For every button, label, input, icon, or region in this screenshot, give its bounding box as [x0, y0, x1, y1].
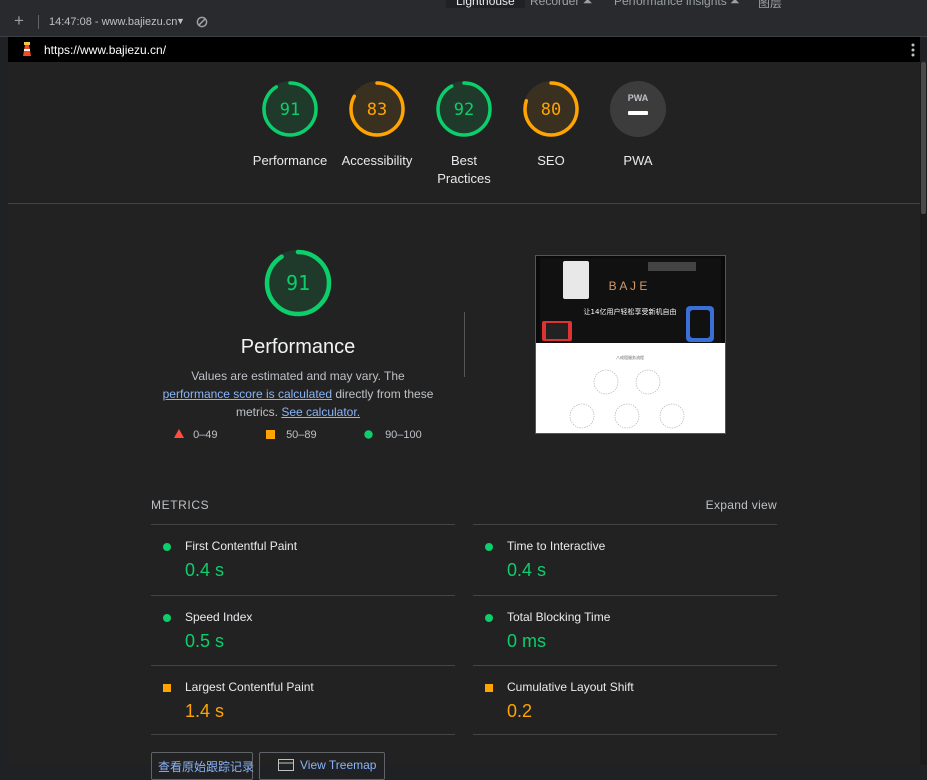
metric-value: 0.2	[507, 701, 533, 721]
gauge-best-practices[interactable]: 92 Best Practices	[414, 80, 514, 188]
metric-largest-contentful-paint: Largest Contentful Paint 1.4 s	[151, 665, 455, 735]
performance-description: Values are estimated and may vary. The p…	[158, 367, 438, 421]
tab-lighthouse[interactable]: Lighthouse	[446, 0, 525, 8]
dropdown-caret-icon[interactable]: ▼	[176, 16, 185, 26]
metric-name: First Contentful Paint	[185, 539, 298, 553]
gauge-score: 92	[454, 100, 474, 120]
gauge-ring: 83	[349, 81, 405, 137]
metric-name: Cumulative Layout Shift	[507, 680, 634, 694]
legend-pass: 90–100	[364, 429, 422, 441]
report-url[interactable]: https://www.bajiezu.cn/	[44, 43, 166, 57]
status-indicator-icon	[163, 684, 171, 692]
section-divider	[464, 312, 465, 377]
circle-icon	[364, 430, 373, 439]
metrics-divider	[473, 734, 777, 735]
metrics-heading: METRICS	[151, 498, 210, 512]
gauge-label: SEO	[537, 153, 565, 168]
gauge-score: 91	[280, 100, 300, 120]
clear-icon[interactable]	[196, 16, 208, 28]
status-indicator-icon	[163, 614, 171, 622]
status-indicator-icon	[485, 614, 493, 622]
legend-label: 0–49	[193, 429, 218, 441]
toolbar-divider	[38, 15, 39, 29]
tab-recorder[interactable]: Recorder ⏶	[530, 0, 592, 8]
gauge-score: 80	[541, 100, 561, 120]
devtools-tab-bar: Lighthouse Recorder ⏶ Performance insigh…	[0, 0, 927, 8]
legend-label: 90–100	[385, 429, 422, 441]
metric-value: 0.4 s	[507, 560, 547, 580]
metric-speed-index: Speed Index 0.5 s	[151, 595, 455, 665]
gauge-pwa[interactable]: PWA PWA	[588, 80, 688, 170]
pwa-badge-text: PWA	[628, 93, 649, 103]
tab-performance-insights[interactable]: Performance insights ⏶	[614, 0, 740, 8]
gauge-ring: 92	[436, 81, 492, 137]
performance-gauge: 91	[264, 249, 332, 317]
gauge-ring: 80	[523, 81, 579, 137]
metric-name: Speed Index	[185, 610, 253, 624]
view-trace-button[interactable]: 查看原始跟踪记录	[151, 752, 255, 780]
metrics-header: METRICS Expand view	[151, 498, 777, 512]
more-menu-icon[interactable]	[911, 42, 915, 58]
button-label: View Treemap	[300, 758, 377, 772]
tab-layers[interactable]: 图层	[758, 0, 782, 8]
calculator-link[interactable]: See calculator.	[281, 405, 360, 419]
desc-text: Values are estimated and may vary. The	[191, 369, 405, 383]
score-calculated-link[interactable]: performance score is calculated	[163, 387, 332, 401]
legend-label: 50–89	[286, 429, 317, 441]
screenshot-brand: B A J E	[609, 279, 648, 293]
button-label: 查看原始跟踪记录	[158, 760, 255, 774]
gauge-ring: 91	[262, 81, 318, 137]
metric-name: Largest Contentful Paint	[185, 680, 314, 694]
status-indicator-icon	[485, 543, 493, 551]
report-url-bar: https://www.bajiezu.cn/	[8, 37, 920, 62]
metric-value: 0 ms	[507, 631, 547, 651]
status-indicator-icon	[485, 684, 493, 692]
status-indicator-icon	[163, 543, 171, 551]
screenshot-headline: 让14亿用户轻松享受新机自由	[584, 307, 677, 316]
add-report-icon[interactable]: +	[14, 12, 24, 30]
metric-total-blocking-time: Total Blocking Time 0 ms	[473, 595, 777, 665]
metric-name: Time to Interactive	[507, 539, 606, 553]
lighthouse-toolbar: + 14:47:08 - www.bajiezu.cn ▼	[0, 8, 927, 37]
metric-time-to-interactive: Time to Interactive 0.4 s	[473, 524, 777, 594]
lighthouse-logo-icon	[23, 42, 31, 56]
expand-view-toggle[interactable]: Expand view	[706, 498, 777, 512]
gauge-seo[interactable]: 80 SEO	[501, 80, 601, 170]
gauge-label: Performance	[252, 153, 328, 168]
lighthouse-report: 91 Performance 83 Accessibility 92 Best …	[8, 62, 920, 780]
metric-first-contentful-paint: First Contentful Paint 0.4 s	[151, 524, 455, 594]
gauge-label: Accessibility	[341, 153, 413, 168]
screenshot-section: 八戒租服务流程	[616, 354, 644, 360]
square-icon	[266, 430, 275, 439]
gauge-score: 83	[367, 100, 387, 120]
metric-value: 1.4 s	[185, 701, 225, 721]
performance-score: 91	[286, 271, 310, 295]
metric-cumulative-layout-shift: Cumulative Layout Shift 0.2	[473, 665, 777, 735]
performance-title: Performance	[240, 336, 356, 358]
pwa-badge-icon: PWA	[610, 81, 666, 137]
score-summary: 91 Performance 83 Accessibility 92 Best …	[8, 62, 920, 204]
scrollbar[interactable]	[920, 62, 927, 765]
view-treemap-button[interactable]: View Treemap	[259, 752, 385, 780]
legend-fail: 0–49	[174, 429, 218, 441]
gauge-accessibility[interactable]: 83 Accessibility	[327, 80, 427, 170]
performance-section: 91 Performance Values are estimated and …	[158, 248, 438, 421]
metric-value: 0.4 s	[185, 560, 225, 580]
report-selector[interactable]: 14:47:08 - www.bajiezu.cn	[49, 16, 177, 28]
gauge-performance[interactable]: 91 Performance	[240, 80, 340, 170]
metric-name: Total Blocking Time	[507, 610, 611, 624]
page-screenshot-image: B A J E 让14亿用户轻松享受新机自由 八戒租服务流程	[536, 256, 725, 433]
triangle-icon	[174, 429, 184, 438]
page-screenshot: B A J E 让14亿用户轻松享受新机自由 八戒租服务流程	[535, 255, 726, 434]
legend-average: 50–89	[266, 429, 317, 441]
metrics-divider	[151, 734, 455, 735]
gauge-label: Best Practices	[437, 153, 491, 186]
treemap-icon	[278, 759, 294, 771]
metric-value: 0.5 s	[185, 631, 225, 651]
scrollbar-thumb[interactable]	[921, 62, 926, 214]
gauge-label: PWA	[623, 153, 653, 168]
